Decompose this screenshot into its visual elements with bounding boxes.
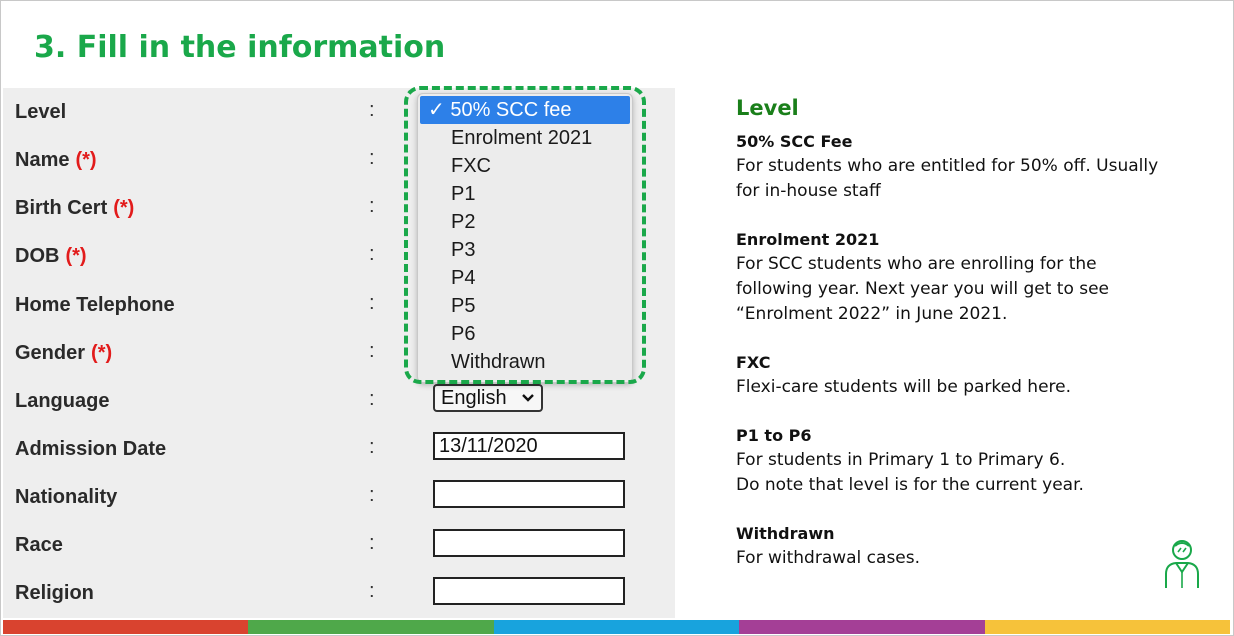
note-heading: FXC (736, 353, 771, 372)
note-line: for in-house staff (736, 181, 881, 201)
language-select[interactable]: English (433, 384, 543, 412)
level-notes: Level 50% SCC Fee For students who are e… (736, 96, 1176, 595)
colon: : (369, 484, 375, 506)
note-enrolment-2021: Enrolment 2021 For SCC students who are … (736, 228, 1176, 327)
label-dob: DOB (*) (15, 245, 87, 267)
person-icon (1160, 536, 1204, 590)
required-mark: (*) (75, 149, 97, 171)
label-race: Race (15, 534, 63, 556)
note-heading: 50% SCC Fee (736, 132, 853, 151)
dropdown-highlight-callout (404, 86, 646, 384)
note-line: For withdrawal cases. (736, 548, 921, 568)
bar-segment (493, 620, 740, 634)
note-heading: P1 to P6 (736, 426, 812, 445)
colon: : (369, 532, 375, 554)
note-line: “Enrolment 2022” in June 2021. (736, 304, 1008, 324)
nationality-input[interactable] (433, 480, 625, 508)
colon: : (369, 99, 375, 121)
note-heading: Withdrawn (736, 524, 835, 543)
race-input[interactable] (433, 529, 625, 557)
bar-segment (739, 620, 985, 634)
colon: : (369, 292, 375, 314)
note-line: For students in Primary 1 to Primary 6. (736, 450, 1066, 470)
colon: : (369, 580, 375, 602)
colon: : (369, 195, 375, 217)
note-p1-to-p6: P1 to P6 For students in Primary 1 to Pr… (736, 424, 1176, 498)
chevron-down-icon (521, 386, 535, 418)
notes-title: Level (736, 96, 799, 120)
note-line: Flexi-care students will be parked here. (736, 377, 1072, 397)
note-line: following year. Next year you will get t… (736, 279, 1110, 299)
label-religion: Religion (15, 582, 94, 604)
colon: : (369, 388, 375, 410)
note-heading: Enrolment 2021 (736, 230, 880, 249)
label-home-telephone: Home Telephone (15, 294, 175, 316)
colon: : (369, 147, 375, 169)
note-line: For SCC students who are enrolling for t… (736, 254, 1097, 274)
label-admission-date: Admission Date (15, 438, 167, 460)
brand-color-bar (3, 620, 1231, 634)
label-birth-cert: Birth Cert (*) (15, 197, 135, 219)
note-50-scc-fee: 50% SCC Fee For students who are entitle… (736, 130, 1176, 204)
note-line: Do note that level is for the current ye… (736, 475, 1084, 495)
label-gender: Gender (*) (15, 342, 113, 364)
note-line: For students who are entitled for 50% of… (736, 156, 1159, 176)
label-level: Level (15, 101, 67, 123)
label-language: Language (15, 390, 110, 412)
colon: : (369, 243, 375, 265)
note-withdrawn: Withdrawn For withdrawal cases. (736, 522, 1176, 571)
bar-segment (3, 620, 249, 634)
slide-title: 3. Fill in the information (34, 30, 446, 65)
bar-segment (248, 620, 494, 634)
religion-input[interactable] (433, 577, 625, 605)
note-fxc: FXC Flexi-care students will be parked h… (736, 351, 1176, 400)
label-nationality: Nationality (15, 486, 118, 508)
required-mark: (*) (91, 342, 113, 364)
required-mark: (*) (65, 245, 87, 267)
colon: : (369, 436, 375, 458)
bar-segment (984, 620, 1231, 634)
admission-date-input[interactable]: 13/11/2020 (433, 432, 625, 460)
colon: : (369, 340, 375, 362)
label-name: Name (*) (15, 149, 97, 171)
language-value: English (441, 387, 507, 409)
required-mark: (*) (113, 197, 135, 219)
